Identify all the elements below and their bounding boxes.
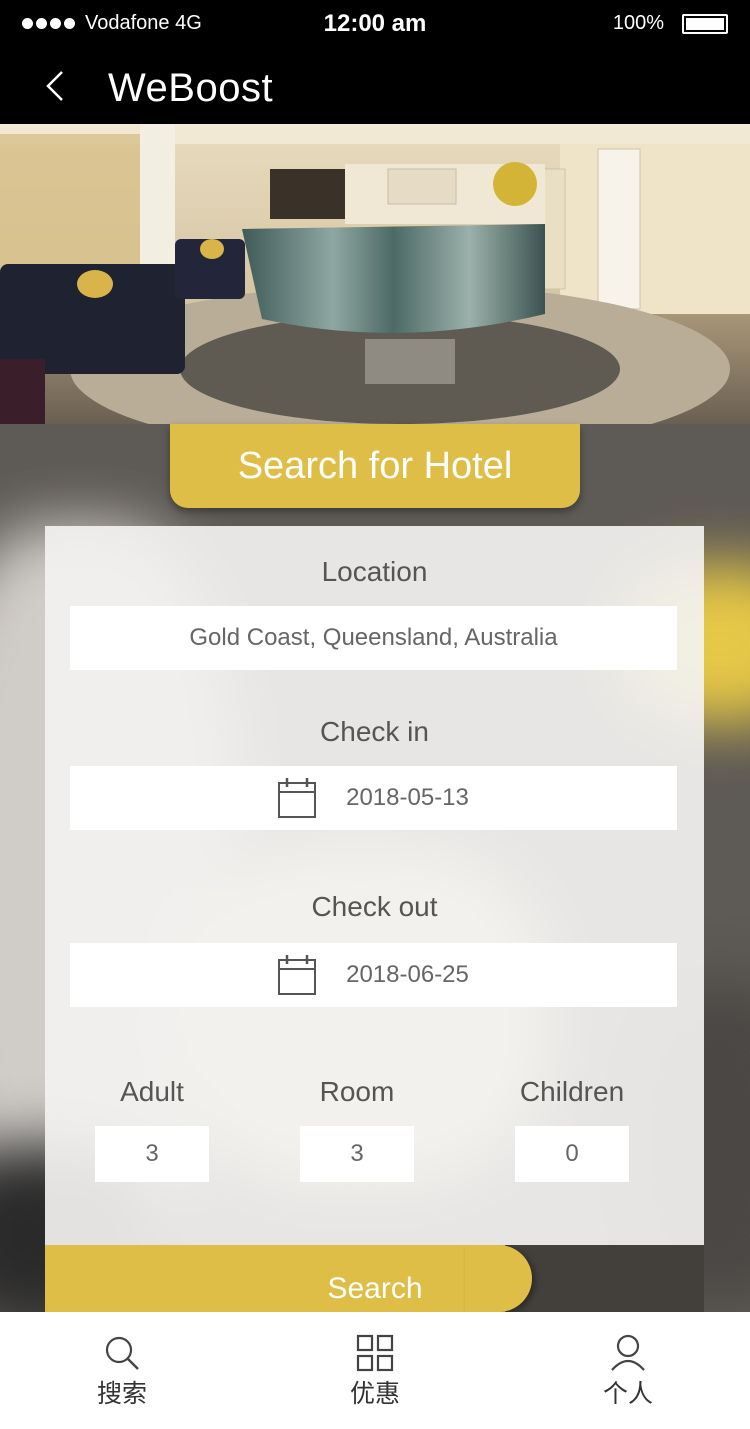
navigation-bar: WeBoost xyxy=(0,50,750,124)
checkout-label: Check out xyxy=(311,891,438,922)
search-button[interactable]: Search xyxy=(45,1245,704,1312)
battery-icon xyxy=(682,13,728,34)
battery-info: 100% xyxy=(613,12,728,35)
tab-deals-label: 优惠 xyxy=(349,1379,400,1408)
user-icon xyxy=(611,1334,645,1371)
page-title: WeBoost xyxy=(108,66,274,110)
location-value: Gold Coast, Queensland, Australia xyxy=(189,624,558,651)
status-bar: Vodafone 4G 12:00 am 100% xyxy=(0,0,750,50)
room-label: Room xyxy=(319,1076,395,1107)
tab-profile[interactable]: 个人 xyxy=(568,1312,688,1429)
children-input[interactable]: 0 xyxy=(515,1126,629,1182)
chevron-left-icon xyxy=(46,71,63,101)
checkout-input[interactable]: 2018-06-25 xyxy=(70,943,677,1007)
calendar-icon xyxy=(278,955,317,995)
room-input[interactable]: 3 xyxy=(300,1126,414,1182)
children-label: Children xyxy=(519,1076,625,1107)
bottom-tab-bar: 搜索 优惠 个人 xyxy=(0,1312,750,1429)
search-icon xyxy=(105,1336,139,1370)
adult-label: Adult xyxy=(120,1076,184,1107)
room-value: 3 xyxy=(350,1140,364,1167)
adult-value: 3 xyxy=(145,1140,159,1167)
search-for-hotel-tab: Search for Hotel xyxy=(170,424,580,508)
checkin-value: 2018-05-13 xyxy=(346,784,469,811)
adult-input[interactable]: 3 xyxy=(95,1126,209,1182)
battery-percent: 100% xyxy=(612,12,664,34)
children-value: 0 xyxy=(565,1140,579,1167)
checkin-input[interactable]: 2018-05-13 xyxy=(70,766,677,830)
search-button-label: Search xyxy=(327,1272,423,1305)
calendar-icon xyxy=(278,778,317,818)
location-input[interactable]: Gold Coast, Queensland, Australia xyxy=(70,606,677,670)
location-label: Location xyxy=(321,556,428,587)
grid-icon xyxy=(356,1334,394,1372)
checkin-label: Check in xyxy=(320,716,429,747)
back-button[interactable] xyxy=(36,64,80,108)
tab-deals[interactable]: 优惠 xyxy=(315,1312,435,1429)
search-form: Location Gold Coast, Queensland, Austral… xyxy=(45,526,704,1246)
tab-search-label: 搜索 xyxy=(96,1379,147,1408)
hotel-lobby-image xyxy=(0,124,750,424)
checkout-value: 2018-06-25 xyxy=(346,961,469,988)
tab-search[interactable]: 搜索 xyxy=(62,1312,182,1429)
tab-profile-label: 个人 xyxy=(602,1379,653,1408)
